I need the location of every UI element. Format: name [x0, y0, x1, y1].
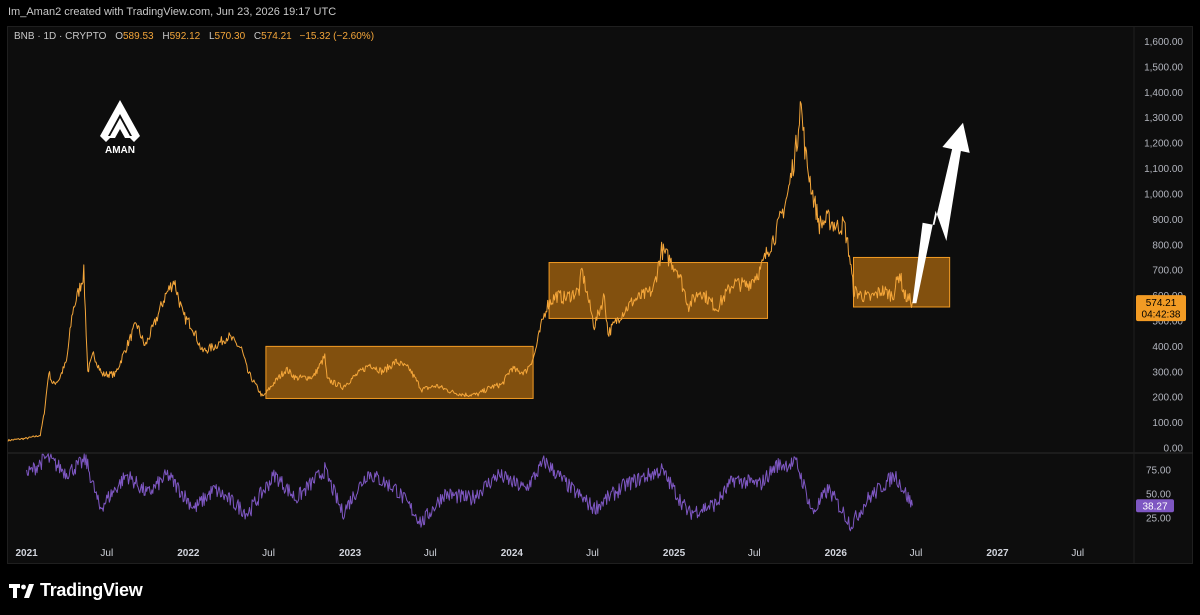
time-axis-label: 2026: [825, 548, 848, 559]
footer-bar: [0, 566, 1200, 615]
symbol-legend: BNB · 1D · CRYPTO O589.53 H592.12 L570.3…: [14, 31, 374, 42]
price-axis-label: 100.00: [1152, 418, 1183, 429]
price-axis-label: 300.00: [1152, 367, 1183, 378]
legend-high: 592.12: [169, 31, 201, 42]
legend-high-label: H: [162, 31, 170, 42]
time-axis-label: Jul: [910, 548, 923, 559]
rsi-axis-label: 75.00: [1146, 466, 1171, 477]
price-axis-label: 200.00: [1152, 393, 1183, 404]
price-axis-label: 1,600.00: [1144, 37, 1183, 48]
time-axis-label: 2023: [339, 548, 362, 559]
price-axis-label: 800.00: [1152, 240, 1183, 251]
price-axis-label: 1,300.00: [1144, 113, 1183, 124]
time-axis-label: Jul: [586, 548, 599, 559]
logo-text: AMAN: [105, 145, 135, 156]
bar-countdown: 04:42:38: [1142, 310, 1181, 321]
price-axis-label: 0.00: [1164, 444, 1184, 455]
price-axis-label: 1,000.00: [1144, 189, 1183, 200]
price-axis-label: 1,400.00: [1144, 88, 1183, 99]
rsi-axis-label: 25.00: [1146, 514, 1171, 525]
legend-open: 589.53: [123, 31, 154, 42]
rsi-value-label: 38.27: [1142, 501, 1167, 512]
legend-close: 574.21: [261, 31, 292, 42]
time-axis-label: 2024: [501, 548, 524, 559]
time-axis-label: Jul: [424, 548, 437, 559]
time-axis-label: 2025: [663, 548, 686, 559]
price-axis-label: 1,200.00: [1144, 139, 1183, 150]
legend-open-label: O: [115, 31, 123, 42]
price-chart[interactable]: 0.00100.00200.00300.00400.00500.00600.00…: [0, 0, 1200, 566]
consolidation-zone: [265, 345, 534, 399]
last-price-value: 574.21: [1146, 298, 1177, 309]
price-axis-label: 1,100.00: [1144, 164, 1183, 175]
consolidation-zone: [548, 262, 769, 319]
price-axis-label: 900.00: [1152, 215, 1183, 226]
legend-change: −15.32 (−2.60%): [299, 31, 375, 42]
time-axis-label: 2021: [15, 548, 38, 559]
brand-name: TradingView: [40, 580, 143, 600]
tradingview-brand[interactable]: TradingView: [9, 580, 143, 601]
time-axis-label: 2022: [177, 548, 200, 559]
tradingview-logo-icon: [9, 583, 34, 598]
rsi-series-line: [26, 453, 913, 532]
time-axis-label: Jul: [748, 548, 761, 559]
legend-low: 570.30: [214, 31, 246, 42]
aman-logo: AMAN: [100, 100, 140, 156]
price-axis-label: 400.00: [1152, 342, 1183, 353]
time-axis-label: Jul: [100, 548, 113, 559]
time-axis-label: Jul: [1071, 548, 1084, 559]
time-axis-label: 2027: [986, 548, 1009, 559]
price-axis-label: 700.00: [1152, 266, 1183, 277]
legend-symbol: BNB · 1D · CRYPTO: [14, 31, 107, 42]
time-axis-label: Jul: [262, 548, 275, 559]
rsi-axis-label: 50.00: [1146, 490, 1171, 501]
price-axis-label: 1,500.00: [1144, 62, 1183, 73]
